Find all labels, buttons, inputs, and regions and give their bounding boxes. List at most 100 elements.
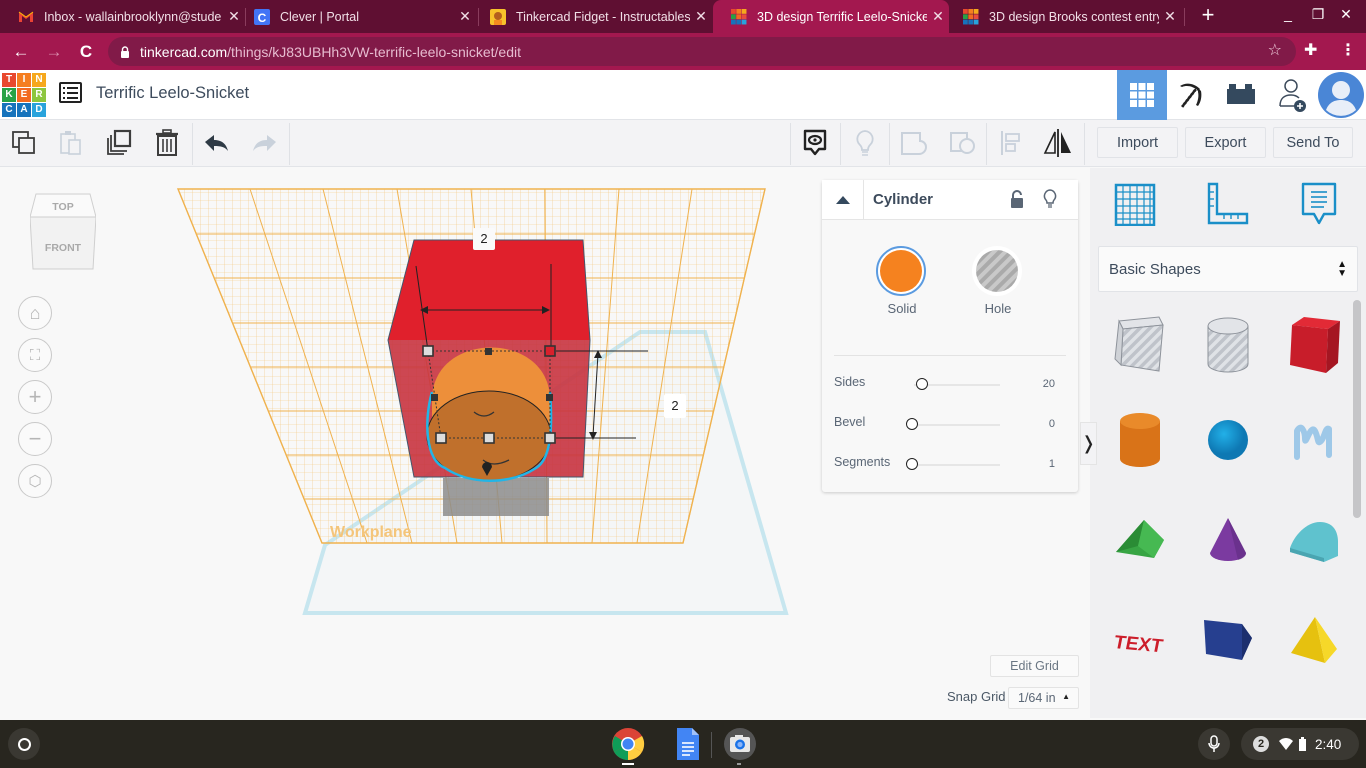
extensions-puzzle-icon[interactable]: ✚ — [1304, 40, 1317, 60]
zoom-in-button[interactable]: + — [18, 380, 52, 414]
resize-handle-mid[interactable] — [546, 394, 553, 401]
notes-toggle-button[interactable] — [800, 128, 830, 158]
shape-box-hole[interactable] — [1108, 313, 1172, 377]
mirror-button[interactable] — [1043, 128, 1073, 158]
forward-button[interactable]: → — [41, 39, 67, 65]
new-tab-button[interactable]: + — [1196, 4, 1220, 28]
orthographic-view-button[interactable]: ⬡ — [18, 464, 52, 498]
resize-handle[interactable] — [544, 432, 556, 444]
hole-label[interactable]: Hole — [968, 301, 1028, 316]
redo-button[interactable] — [249, 128, 279, 158]
unlock-icon[interactable] — [1010, 190, 1024, 208]
codeblocks-button[interactable] — [1166, 70, 1216, 120]
minimize-button[interactable]: _ — [1276, 6, 1300, 28]
width-dimension-label[interactable]: 2 — [480, 231, 487, 246]
3d-design-view-button[interactable] — [1117, 70, 1167, 120]
zoom-out-button[interactable]: − — [18, 422, 52, 456]
resize-handle-active[interactable] — [544, 345, 556, 357]
resize-handle-mid[interactable] — [431, 394, 438, 401]
shape-cylinder[interactable] — [1108, 408, 1172, 472]
undo-button[interactable] — [202, 128, 232, 158]
bevel-value[interactable]: 0 — [1049, 418, 1055, 430]
snap-grid-select[interactable]: 1/64 in ▲ — [1008, 687, 1079, 709]
resize-handle[interactable] — [483, 432, 495, 444]
inspector-collapse-button[interactable] — [822, 180, 864, 220]
voice-input-button[interactable] — [1198, 728, 1230, 760]
bricks-button[interactable] — [1216, 70, 1266, 120]
workplane-grid-icon[interactable] — [1114, 182, 1156, 226]
google-docs-icon[interactable] — [671, 727, 705, 761]
address-bar[interactable]: tinkercad.com/things/kJ83UBHh3VW-terrifi… — [108, 37, 1296, 66]
sides-value[interactable]: 20 — [1043, 378, 1055, 390]
duplicate-button[interactable] — [104, 128, 134, 158]
profile-avatar-button[interactable] — [1316, 70, 1366, 120]
ungroup-button[interactable] — [948, 128, 978, 158]
bevel-slider[interactable] — [914, 424, 1000, 426]
import-button[interactable]: Import — [1097, 127, 1178, 158]
browser-tab-instructables[interactable]: Tinkercad Fidget - Instructables ✕ — [472, 0, 712, 33]
resize-handle[interactable] — [435, 432, 447, 444]
height-dimension-label[interactable]: 2 — [671, 398, 678, 413]
send-to-button[interactable]: Send To — [1273, 127, 1353, 158]
chrome-icon[interactable] — [611, 727, 645, 761]
paste-button[interactable] — [56, 128, 86, 158]
reload-button[interactable]: C — [73, 39, 99, 65]
shape-box[interactable] — [1282, 313, 1346, 377]
shape-round-roof[interactable] — [1282, 508, 1346, 572]
tinkercad-logo[interactable]: T I N K E R C A D — [2, 73, 46, 117]
browser-tab-clever[interactable]: C Clever | Portal ✕ — [236, 0, 476, 33]
shapes-scrollbar[interactable] — [1353, 300, 1361, 518]
resize-handle-mid[interactable] — [485, 348, 492, 355]
notification-count-badge[interactable]: 2 — [1253, 736, 1269, 752]
shape-roof[interactable] — [1108, 508, 1172, 572]
close-window-button[interactable]: ✕ — [1334, 6, 1358, 28]
copy-button[interactable] — [9, 128, 39, 158]
maximize-button[interactable]: ❐ — [1306, 6, 1330, 28]
shapes-panel-collapse-button[interactable]: ❭ — [1080, 422, 1097, 465]
edit-grid-button[interactable]: Edit Grid — [990, 655, 1079, 677]
bevel-slider-knob[interactable] — [906, 418, 918, 430]
align-button[interactable] — [996, 128, 1026, 158]
shape-sphere[interactable] — [1196, 408, 1260, 472]
export-button[interactable]: Export — [1185, 127, 1266, 158]
segments-slider[interactable] — [914, 464, 1000, 466]
tab-close-icon[interactable]: ✕ — [1159, 8, 1181, 25]
segments-value[interactable]: 1 — [1049, 458, 1055, 470]
tab-close-icon[interactable]: ✕ — [690, 8, 712, 25]
shape-category-select[interactable]: Basic Shapes ▲ ▼ — [1098, 246, 1358, 292]
design-list-menu-icon[interactable] — [59, 82, 82, 103]
browser-tab-brooks-contest-entry[interactable]: 3D design Brooks contest entry ✕ — [945, 0, 1181, 33]
bookmark-star-icon[interactable]: ☆ — [1268, 40, 1282, 60]
shape-cone[interactable] — [1196, 508, 1260, 572]
shape-pyramid[interactable] — [1282, 608, 1346, 672]
browser-menu-icon[interactable]: ⋮ — [1340, 40, 1356, 60]
browser-tab-gmail[interactable]: Inbox - wallainbrooklynn@stude ✕ — [0, 0, 245, 33]
fit-all-button[interactable]: ⛶ — [18, 338, 52, 372]
invite-collaborator-button[interactable] — [1268, 70, 1318, 120]
view-cube-top-label[interactable]: TOP — [52, 201, 73, 213]
sides-slider-knob[interactable] — [916, 378, 929, 390]
design-title[interactable]: Terrific Leelo-Snicket — [96, 84, 249, 103]
back-button[interactable]: ← — [8, 39, 34, 65]
browser-tab-terrific-leelo-snicket[interactable]: 3D design Terrific Leelo-Snicket ✕ — [713, 0, 949, 33]
home-view-button[interactable]: ⌂ — [18, 296, 52, 330]
lightbulb-icon[interactable] — [1043, 189, 1057, 209]
box-top-face[interactable] — [388, 240, 590, 340]
solid-label[interactable]: Solid — [872, 301, 932, 316]
status-tray[interactable]: 2 2:40 — [1241, 728, 1359, 760]
show-all-button[interactable] — [850, 128, 880, 158]
segments-slider-knob[interactable] — [906, 458, 918, 470]
view-cube[interactable]: TOP FRONT — [30, 193, 96, 270]
delete-button[interactable] — [152, 128, 182, 158]
shape-scribble[interactable] — [1282, 408, 1346, 472]
hole-button[interactable] — [972, 246, 1022, 296]
launcher-button[interactable] — [8, 728, 40, 760]
shape-cylinder-hole[interactable] — [1196, 313, 1260, 377]
group-button[interactable] — [899, 128, 929, 158]
camera-icon[interactable] — [723, 727, 757, 761]
ruler-icon[interactable] — [1206, 182, 1250, 226]
resize-handle[interactable] — [422, 345, 434, 357]
note-icon[interactable] — [1300, 181, 1338, 227]
shape-polygon[interactable] — [1196, 608, 1260, 672]
view-cube-front-label[interactable]: FRONT — [45, 242, 82, 254]
